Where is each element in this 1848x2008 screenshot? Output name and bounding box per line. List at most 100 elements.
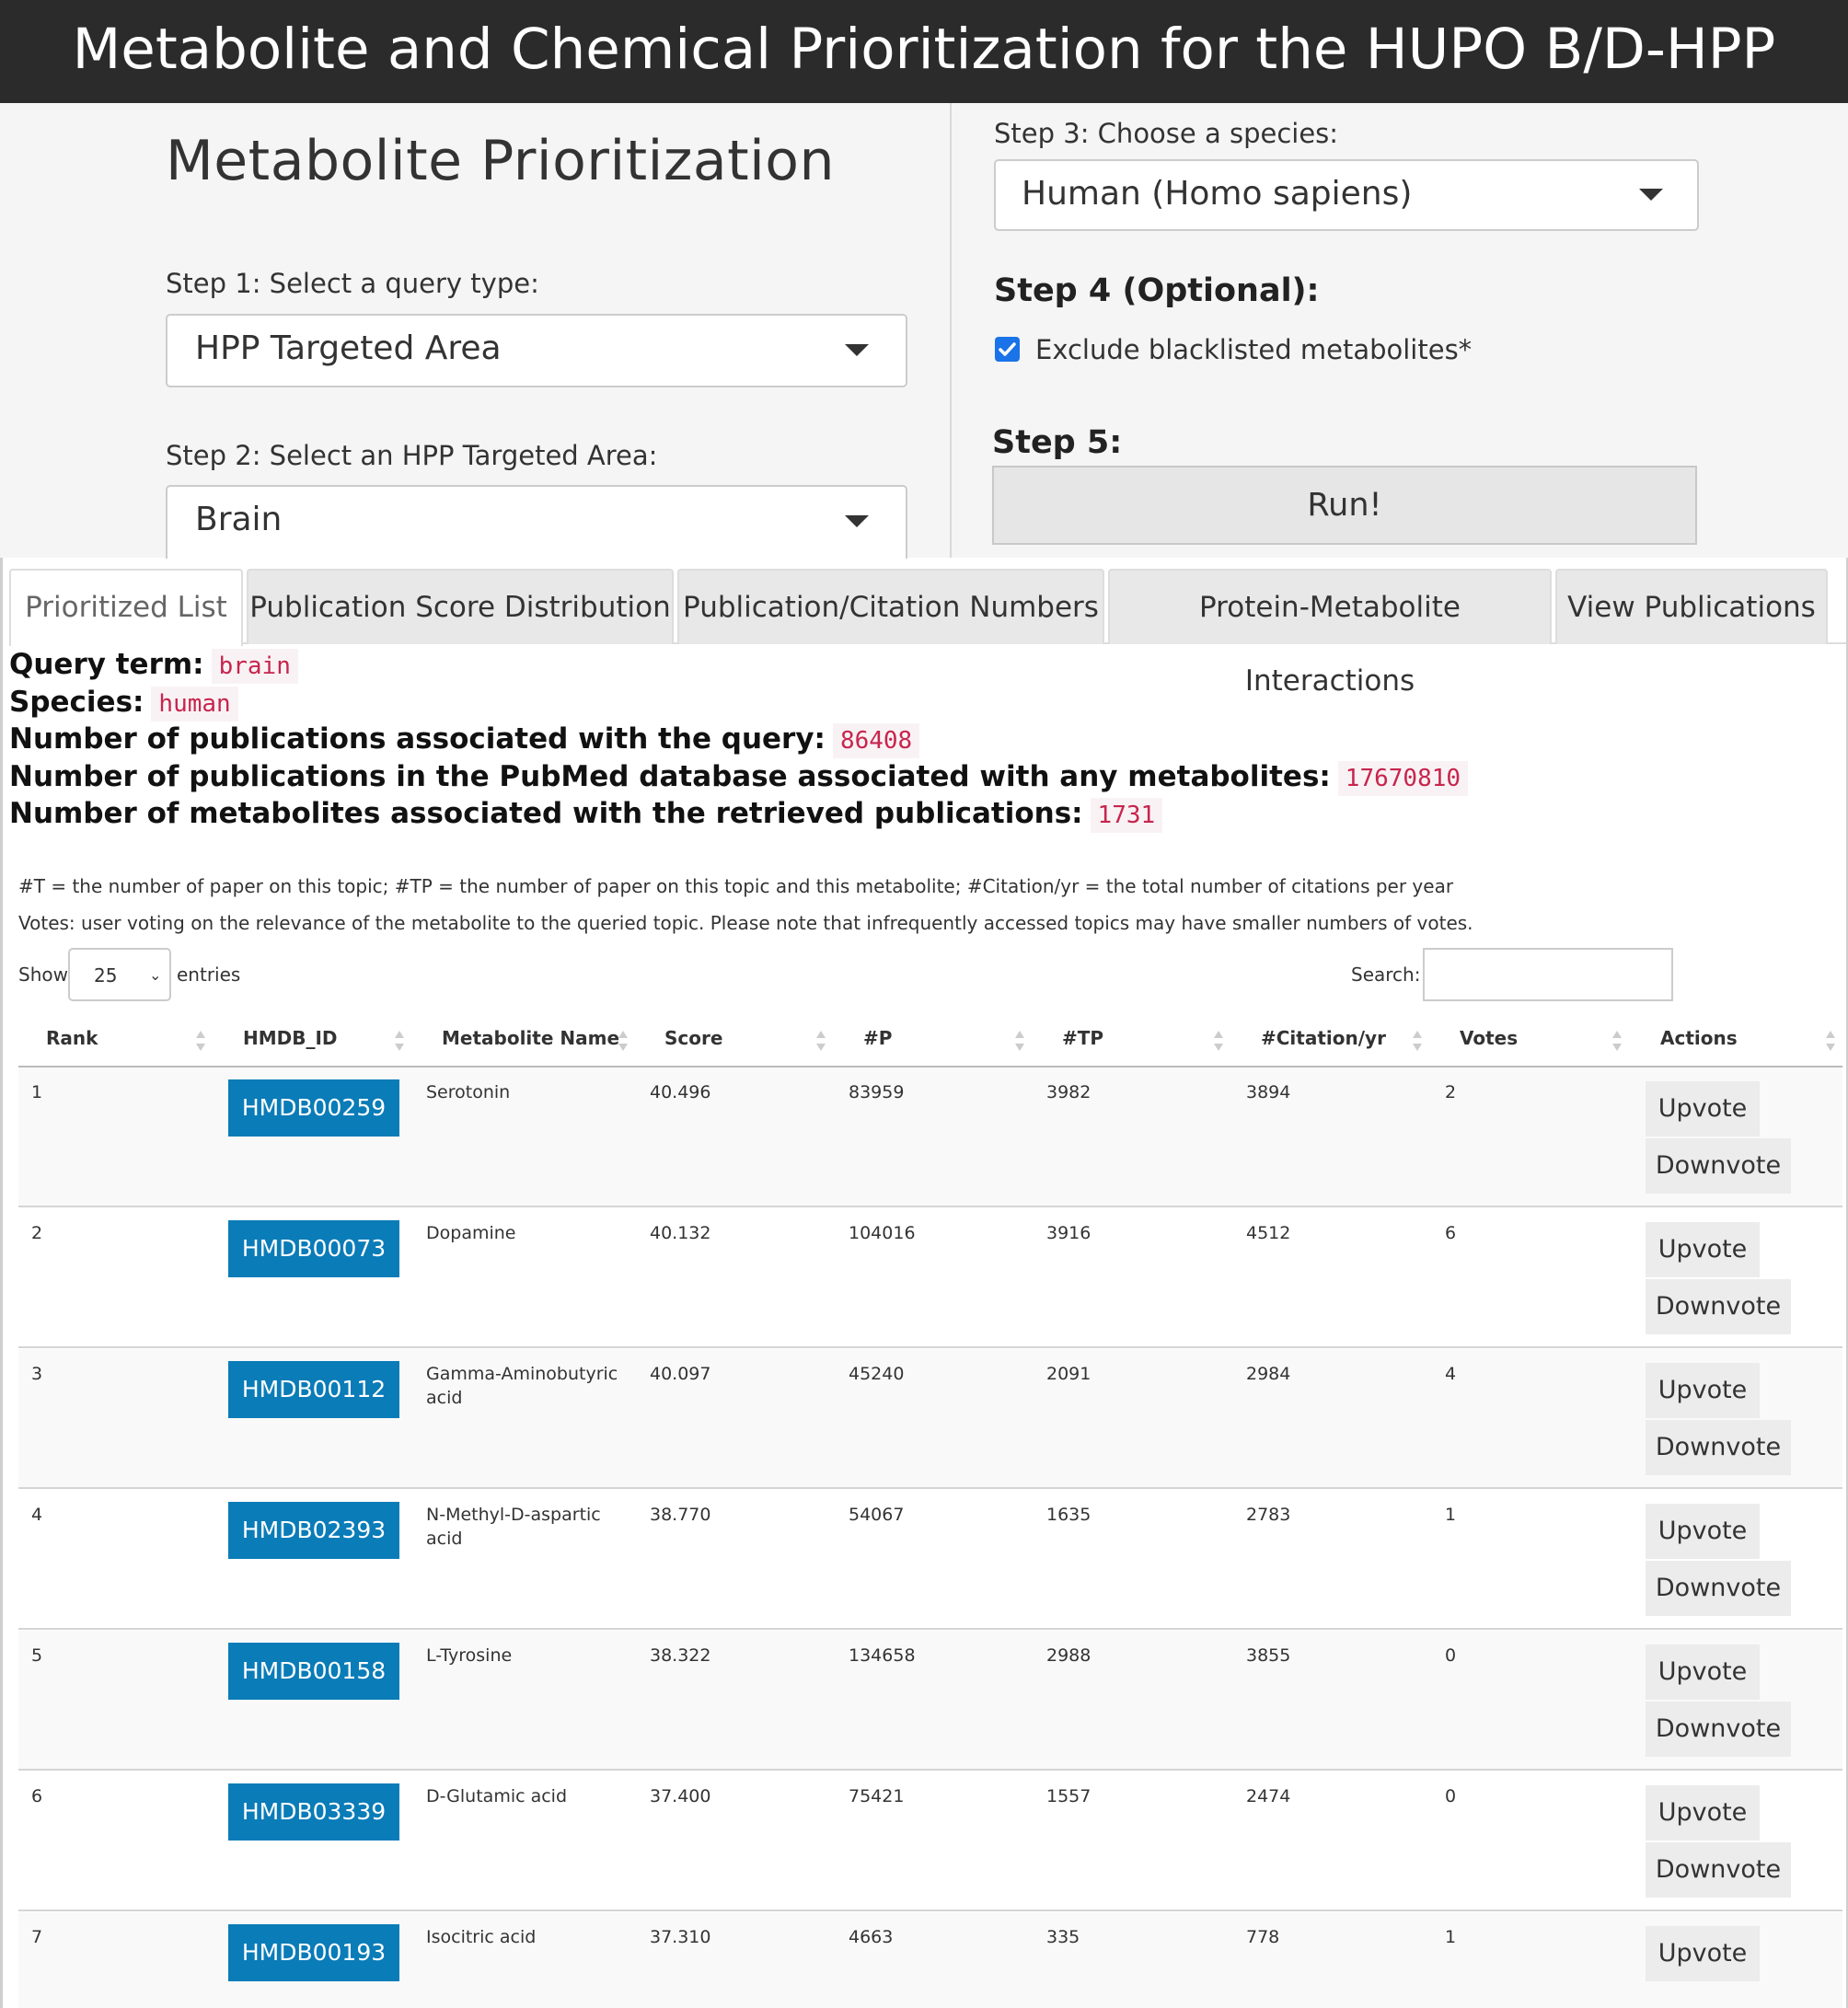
downvote-button[interactable]: Downvote [1646, 1279, 1791, 1334]
metabolite-name-cell: L-Tyrosine [426, 1645, 513, 1666]
metabolites-value: 1731 [1090, 797, 1163, 833]
section-title: Metabolite Prioritization [166, 129, 836, 193]
p-cell: 134658 [849, 1645, 916, 1666]
p-cell: 104016 [849, 1223, 916, 1243]
show-label: Show [18, 964, 68, 986]
votes-cell: 2 [1445, 1082, 1457, 1102]
targeted-area-value: Brain [195, 501, 283, 538]
p-cell: 4663 [849, 1927, 894, 1947]
p-cell: 54067 [849, 1505, 905, 1525]
score-cell: 40.132 [650, 1223, 711, 1243]
column-header-metabolite-name[interactable]: Metabolite Name [442, 1027, 619, 1064]
search-input[interactable] [1423, 948, 1673, 1001]
column-header-hmdb-id[interactable]: HMDB_ID [243, 1027, 338, 1064]
species-label: Species: [9, 686, 144, 719]
tab-prioritized-list[interactable]: Prioritized List [9, 569, 243, 646]
sort-icon [395, 1031, 404, 1051]
column-header-p[interactable]: #P [863, 1027, 892, 1064]
chevron-down-icon [845, 515, 869, 527]
upvote-button[interactable]: Upvote [1646, 1644, 1760, 1700]
upvote-button[interactable]: Upvote [1646, 1504, 1760, 1559]
step4-heading: Step 4 (Optional): [994, 272, 1320, 309]
votes-cell: 0 [1445, 1645, 1457, 1666]
upvote-button[interactable]: Upvote [1646, 1222, 1760, 1277]
column-header-actions[interactable]: Actions [1660, 1027, 1738, 1064]
citation-cell: 778 [1246, 1927, 1280, 1947]
hmdb-id-button[interactable]: HMDB03339 [228, 1783, 399, 1841]
citation-cell: 4512 [1246, 1223, 1291, 1243]
hmdb-id-button[interactable]: HMDB00193 [228, 1924, 399, 1981]
step3-label: Step 3: Choose a species: [994, 118, 1339, 149]
tab-view-publications[interactable]: View Publications [1555, 569, 1828, 644]
downvote-button[interactable]: Downvote [1646, 1561, 1791, 1616]
citation-cell: 2984 [1246, 1364, 1291, 1384]
app-title: Metabolite and Chemical Prioritization f… [72, 17, 1776, 82]
votes-note: Votes: user voting on the relevance of t… [18, 912, 1473, 934]
hmdb-id-button[interactable]: HMDB00259 [228, 1079, 399, 1137]
hmdb-id-button[interactable]: HMDB00112 [228, 1361, 399, 1418]
pubs-pubmed-label: Number of publications in the PubMed dat… [9, 760, 1331, 793]
summary-query-term: Query term: brain [9, 648, 298, 684]
chevron-down-icon [845, 344, 869, 356]
column-header-tp[interactable]: #TP [1062, 1027, 1103, 1064]
upvote-button[interactable]: Upvote [1646, 1363, 1760, 1418]
hmdb-id-button[interactable]: HMDB00158 [228, 1643, 399, 1700]
chevron-down-icon: ⌄ [149, 966, 162, 984]
pubs-query-value: 86408 [832, 722, 920, 758]
step5-heading: Step 5: [992, 424, 1123, 461]
summary-species: Species: human [9, 686, 238, 721]
downvote-button[interactable]: Downvote [1646, 1138, 1791, 1194]
species-value: human [151, 686, 238, 721]
sort-icon [1612, 1031, 1622, 1051]
downvote-button[interactable]: Downvote [1646, 1842, 1791, 1898]
legend-note: #T = the number of paper on this topic; … [18, 875, 1454, 897]
hmdb-id-button[interactable]: HMDB02393 [228, 1502, 399, 1559]
metabolite-name-cell: Isocitric acid [426, 1927, 537, 1947]
metabolite-name-cell: Gamma-Aminobutyric acid [426, 1364, 618, 1408]
step2-label: Step 2: Select an HPP Targeted Area: [166, 440, 658, 471]
column-header-rank[interactable]: Rank [46, 1027, 98, 1064]
search-label: Search: [1351, 964, 1421, 986]
score-cell: 37.310 [650, 1927, 711, 1947]
tab-publication-citation-numbers[interactable]: Publication/Citation Numbers [677, 569, 1104, 644]
step1-label: Step 1: Select a query type: [166, 268, 539, 299]
score-cell: 40.496 [650, 1082, 711, 1102]
metabolite-name-cell: Dopamine [426, 1223, 516, 1243]
p-cell: 75421 [849, 1786, 905, 1806]
sort-icon [196, 1031, 205, 1051]
query-term-label: Query term: [9, 648, 204, 681]
p-cell: 45240 [849, 1364, 905, 1384]
check-icon [999, 342, 1016, 356]
tp-cell: 3916 [1046, 1223, 1091, 1243]
upvote-button[interactable]: Upvote [1646, 1081, 1760, 1137]
column-header-citation-yr[interactable]: #Citation/yr [1261, 1027, 1386, 1064]
hmdb-id-button[interactable]: HMDB00073 [228, 1220, 399, 1277]
downvote-button[interactable]: Downvote [1646, 1702, 1791, 1757]
tp-cell: 335 [1046, 1927, 1080, 1947]
votes-cell: 6 [1445, 1223, 1457, 1243]
column-header-votes[interactable]: Votes [1460, 1027, 1518, 1064]
score-cell: 37.400 [650, 1786, 711, 1806]
query-type-value: HPP Targeted Area [195, 329, 502, 367]
column-header-score[interactable]: Score [664, 1027, 722, 1064]
rank-cell: 6 [31, 1786, 43, 1806]
votes-cell: 1 [1445, 1927, 1457, 1947]
summary-metabolites: Number of metabolites associated with th… [9, 797, 1163, 833]
votes-cell: 4 [1445, 1364, 1457, 1384]
upvote-button[interactable]: Upvote [1646, 1926, 1760, 1981]
run-button[interactable]: Run! [992, 466, 1697, 545]
rank-cell: 1 [31, 1082, 43, 1102]
metabolite-name-cell: D-Glutamic acid [426, 1786, 568, 1806]
tab-protein-metabolite-interactions[interactable]: Protein-Metabolite Interactions [1108, 569, 1552, 698]
downvote-button[interactable]: Downvote [1646, 1420, 1791, 1475]
upvote-button[interactable]: Upvote [1646, 1785, 1760, 1841]
query-term-value: brain [211, 648, 298, 684]
sort-icon [1214, 1031, 1223, 1051]
entries-length-value: 25 [94, 964, 118, 987]
pubs-query-label: Number of publications associated with t… [9, 722, 826, 756]
tab-publication-score-distribution[interactable]: Publication Score Distribution [247, 569, 674, 644]
sort-icon [1015, 1031, 1024, 1051]
metabolite-name-cell: N-Methyl-D-aspartic acid [426, 1505, 601, 1549]
exclude-blacklist-checkbox[interactable] [995, 337, 1020, 362]
citation-cell: 3855 [1246, 1645, 1291, 1666]
